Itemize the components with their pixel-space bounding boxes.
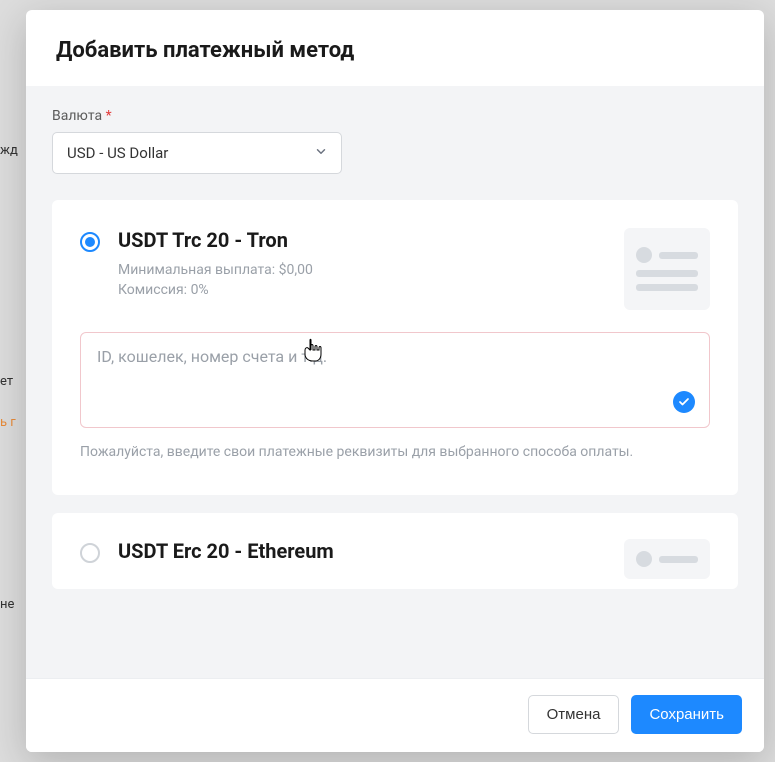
backdrop-text: не bbox=[0, 597, 14, 612]
icon-line bbox=[636, 284, 698, 291]
option-content: USDT Erc 20 - Ethereum bbox=[118, 539, 606, 571]
payment-option-erc20[interactable]: USDT Erc 20 - Ethereum bbox=[52, 513, 738, 589]
icon-circle bbox=[636, 247, 652, 263]
modal-header: Добавить платежный метод bbox=[26, 10, 764, 86]
option-row: USDT Erc 20 - Ethereum bbox=[80, 539, 710, 579]
currency-selected-value: USD - US Dollar bbox=[67, 144, 168, 162]
modal-footer: Отмена Сохранить bbox=[26, 678, 764, 752]
cancel-button[interactable]: Отмена bbox=[528, 695, 620, 734]
backdrop-text: ь г bbox=[0, 415, 16, 430]
modal-body: Валюта * USD - US Dollar USDT Trc 20 - T… bbox=[26, 86, 764, 678]
option-title: USDT Trc 20 - Tron bbox=[118, 228, 606, 252]
currency-select[interactable]: USD - US Dollar bbox=[52, 132, 342, 174]
radio-erc20[interactable] bbox=[80, 543, 100, 563]
option-row: USDT Trc 20 - Tron Минимальная выплата: … bbox=[80, 228, 710, 310]
payment-details-input[interactable]: ID, кошелек, номер счета и т.д. bbox=[80, 332, 710, 428]
save-button[interactable]: Сохранить bbox=[631, 695, 742, 734]
backdrop-text: ет bbox=[0, 374, 13, 389]
option-title: USDT Erc 20 - Ethereum bbox=[118, 539, 606, 563]
payment-details-area: ID, кошелек, номер счета и т.д. Пожалуйс… bbox=[80, 332, 710, 463]
radio-trc20[interactable] bbox=[80, 232, 100, 252]
icon-line bbox=[659, 252, 698, 259]
check-icon bbox=[673, 391, 695, 413]
icon-line bbox=[636, 270, 698, 277]
backdrop-text: жд bbox=[0, 143, 18, 158]
currency-label: Валюта * bbox=[52, 108, 738, 124]
modal-title: Добавить платежный метод bbox=[56, 38, 734, 63]
payment-method-icon bbox=[624, 228, 710, 310]
icon-line bbox=[659, 556, 698, 563]
icon-circle bbox=[636, 551, 652, 567]
payment-option-trc20[interactable]: USDT Trc 20 - Tron Минимальная выплата: … bbox=[52, 200, 738, 495]
required-mark: * bbox=[106, 108, 112, 124]
help-text: Пожалуйста, введите свои платежные рекви… bbox=[80, 442, 710, 463]
payment-method-icon bbox=[624, 539, 710, 579]
currency-select-wrap: USD - US Dollar bbox=[52, 132, 342, 174]
option-content: USDT Trc 20 - Tron Минимальная выплата: … bbox=[118, 228, 606, 301]
option-meta: Минимальная выплата: $0,00 Комиссия: 0% bbox=[118, 260, 606, 301]
add-payment-method-modal: Добавить платежный метод Валюта * USD - … bbox=[26, 10, 764, 752]
input-placeholder: ID, кошелек, номер счета и т.д. bbox=[97, 347, 327, 366]
